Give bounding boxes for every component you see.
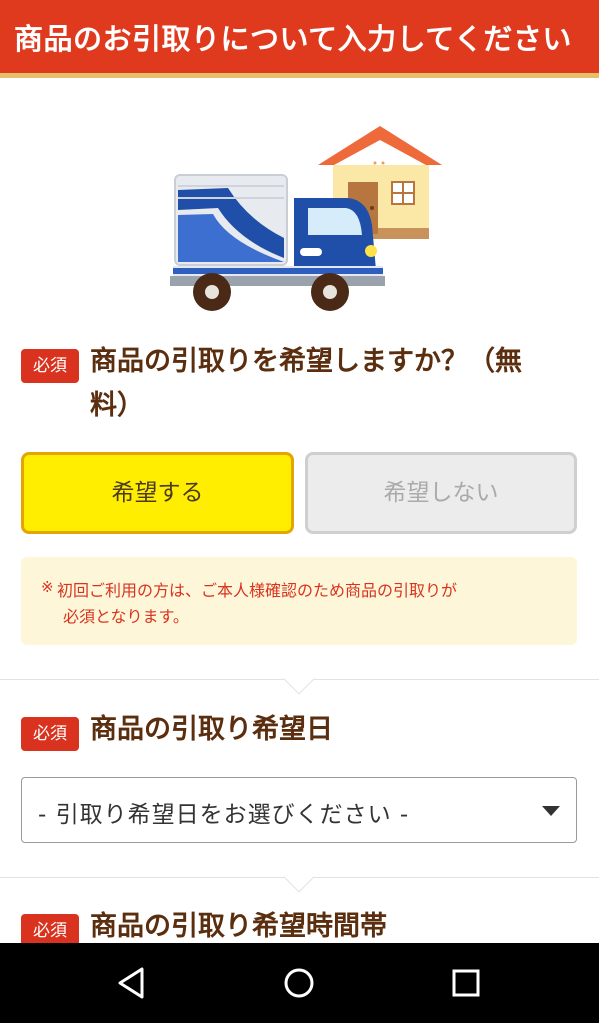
divider-arrow xyxy=(283,663,315,695)
pickup-notice: ※ 初回ご利用の方は、ご本人様確認のため商品の引取りが 必須となります。 xyxy=(21,557,577,645)
pickup-question-line-2: 料） xyxy=(90,390,144,421)
pickup-question-title: 商品の引取りを希望しますか？（無 料） xyxy=(90,340,580,428)
notice-mark: ※ xyxy=(41,578,54,596)
truck-house-illustration xyxy=(170,126,442,311)
required-badge: 必須 xyxy=(21,717,79,751)
pickup-date-select-value: - 引取り希望日をお選びください - xyxy=(38,802,410,828)
pickup-question-line-1: 商品の引取りを希望しますか？（無 xyxy=(90,346,522,377)
page-title: 商品のお引取りについて入力してください xyxy=(14,22,572,56)
chevron-down-icon xyxy=(542,806,560,816)
system-navigation-bar xyxy=(0,943,599,1023)
pickup-date-select[interactable]: - 引取り希望日をお選びください - xyxy=(21,777,577,843)
back-icon[interactable] xyxy=(112,963,152,1003)
notice-text-line-2: 必須となります。 xyxy=(63,607,189,626)
recents-icon[interactable] xyxy=(446,963,486,1003)
pickup-yes-button[interactable]: 希望する xyxy=(21,452,294,534)
divider-arrow xyxy=(283,861,315,893)
pickup-no-button[interactable]: 希望しない xyxy=(305,452,577,534)
pickup-date-title: 商品の引取り希望日 xyxy=(90,714,333,745)
notice-text-line-1: 初回ご利用の方は、ご本人様確認のため商品の引取りが xyxy=(57,581,458,600)
home-icon[interactable] xyxy=(279,963,319,1003)
required-badge: 必須 xyxy=(21,349,79,383)
page-header: 商品のお引取りについて入力してください xyxy=(0,0,599,78)
